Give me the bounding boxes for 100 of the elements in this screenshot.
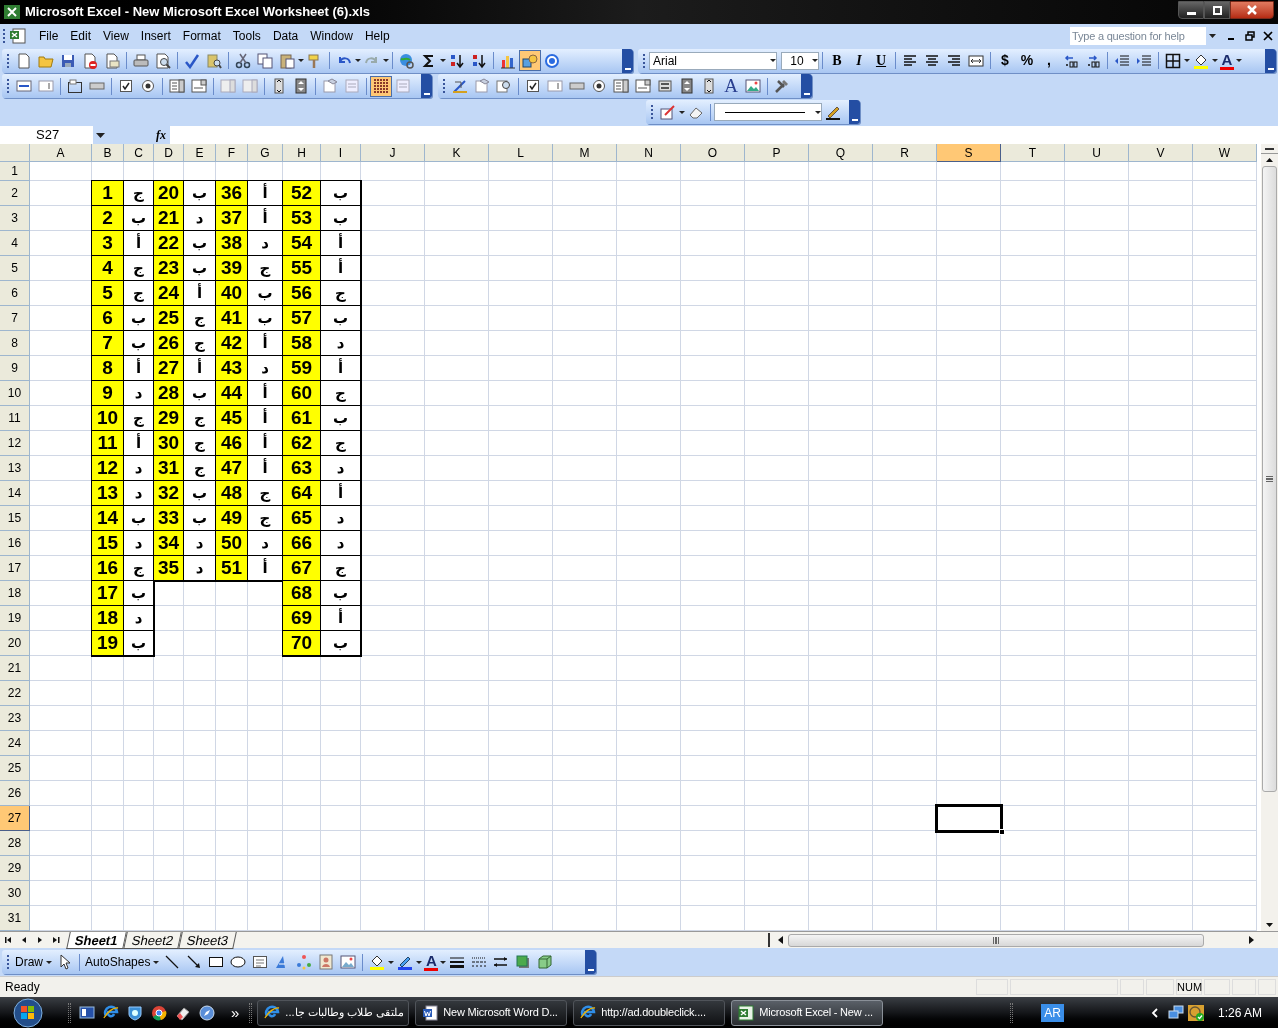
dash-style-icon[interactable] xyxy=(471,954,488,970)
more-controls-icon[interactable] xyxy=(774,78,790,94)
print-icon[interactable] xyxy=(133,52,149,69)
menu-item[interactable]: Edit xyxy=(64,26,98,46)
row-header[interactable]: 20 xyxy=(0,631,30,656)
control-properties-icon[interactable] xyxy=(322,78,338,94)
italic-button[interactable]: I xyxy=(848,50,870,71)
taskbar-button[interactable]: Microsoft Excel - New ... xyxy=(731,999,884,1026)
clip-art-icon[interactable] xyxy=(318,954,335,970)
permission-icon[interactable] xyxy=(82,52,98,69)
caret-icon[interactable] xyxy=(355,59,361,62)
merge-center-icon[interactable] xyxy=(968,52,984,69)
fill-color-icon[interactable] xyxy=(1193,52,1209,69)
row-header[interactable]: 2 xyxy=(0,181,30,206)
row-header[interactable]: 22 xyxy=(0,681,30,706)
taskbar-button[interactable]: http://ad.doubleclick.... xyxy=(573,999,726,1026)
column-header[interactable]: D xyxy=(154,144,184,162)
group-box-icon[interactable] xyxy=(67,78,83,94)
menu-item[interactable]: Tools xyxy=(226,26,267,46)
column-header[interactable]: H xyxy=(283,144,321,162)
network-icon[interactable] xyxy=(1167,1004,1184,1021)
row-header[interactable]: 10 xyxy=(0,381,30,406)
menu-item[interactable]: View xyxy=(97,26,135,46)
column-header[interactable]: R xyxy=(873,144,937,162)
column-header[interactable]: V xyxy=(1129,144,1193,162)
font-size-field[interactable]: 10 xyxy=(781,51,819,70)
decrease-indent-icon[interactable] xyxy=(1114,52,1130,69)
row-header[interactable]: 18 xyxy=(0,581,30,606)
spin-button-icon[interactable] xyxy=(679,78,695,94)
arrow-style-icon[interactable] xyxy=(493,954,510,970)
align-left-icon[interactable] xyxy=(902,52,918,69)
column-header[interactable]: T xyxy=(1001,144,1065,162)
help-icon[interactable] xyxy=(544,52,560,69)
autoshapes-menu-button[interactable]: AutoShapes xyxy=(83,952,162,972)
caret-icon[interactable] xyxy=(1208,34,1216,38)
row-header[interactable]: 26 xyxy=(0,781,30,806)
line-color-icon[interactable] xyxy=(825,104,841,120)
row-header[interactable]: 3 xyxy=(0,206,30,231)
new-document-icon[interactable] xyxy=(16,52,32,69)
checkbox-control-icon[interactable] xyxy=(525,78,541,94)
close-icon[interactable] xyxy=(1263,31,1273,41)
chrome-icon[interactable] xyxy=(151,1004,167,1021)
help-search-field[interactable]: Type a question for help xyxy=(1069,26,1219,46)
select-objects-icon[interactable] xyxy=(57,954,73,970)
increase-decimal-icon[interactable] xyxy=(1063,52,1079,69)
decrease-decimal-icon[interactable] xyxy=(1085,52,1101,69)
caret-icon[interactable] xyxy=(383,59,389,62)
column-header[interactable]: B xyxy=(92,144,124,162)
row-header[interactable]: 13 xyxy=(0,456,30,481)
column-header[interactable]: I xyxy=(321,144,361,162)
minimize-button[interactable] xyxy=(1178,1,1204,19)
increase-indent-icon[interactable] xyxy=(1136,52,1152,69)
currency-button[interactable]: $ xyxy=(994,50,1016,71)
sort-descending-icon[interactable] xyxy=(471,52,487,69)
copy-icon[interactable] xyxy=(257,52,273,69)
row-header[interactable]: 15 xyxy=(0,506,30,531)
percent-button[interactable]: % xyxy=(1016,50,1038,71)
row-header[interactable]: 7 xyxy=(0,306,30,331)
toolbar-options-button[interactable] xyxy=(1265,48,1276,73)
line-style-dropdown[interactable] xyxy=(714,103,822,121)
menu-item[interactable]: Format xyxy=(176,26,227,46)
column-header[interactable]: N xyxy=(617,144,681,162)
vertical-scrollbar[interactable] xyxy=(1261,144,1278,931)
borders-icon[interactable] xyxy=(1165,52,1181,69)
checkbox-control-icon[interactable] xyxy=(118,78,134,94)
scroll-bar-icon[interactable] xyxy=(701,78,717,94)
toolbar-grip[interactable] xyxy=(3,28,6,44)
caret-icon[interactable] xyxy=(1212,59,1218,62)
toolbar-grip[interactable] xyxy=(443,78,446,94)
shadow-style-icon[interactable] xyxy=(515,954,532,970)
properties-icon[interactable] xyxy=(474,78,490,94)
option-button-icon[interactable] xyxy=(140,78,156,94)
combo-box-icon[interactable] xyxy=(191,78,207,94)
font-color-button[interactable]: A xyxy=(422,952,441,972)
line-icon[interactable] xyxy=(164,954,181,970)
column-header[interactable]: U xyxy=(1065,144,1129,162)
row-header[interactable]: 9 xyxy=(0,356,30,381)
cut-icon[interactable] xyxy=(235,52,251,69)
column-header[interactable]: P xyxy=(745,144,809,162)
caret-icon[interactable] xyxy=(440,59,446,62)
column-header[interactable]: L xyxy=(489,144,553,162)
menu-item[interactable]: Data xyxy=(266,26,305,46)
row-header[interactable]: 17 xyxy=(0,556,30,581)
menu-item[interactable]: File xyxy=(33,26,65,46)
column-header[interactable]: G xyxy=(248,144,283,162)
caret-icon[interactable] xyxy=(770,59,776,62)
selected-cell[interactable] xyxy=(935,804,1003,833)
show-desktop-icon[interactable] xyxy=(79,1004,95,1021)
row-header[interactable]: 8 xyxy=(0,331,30,356)
toolbar-options-button[interactable] xyxy=(421,74,432,98)
toolbar-grip[interactable] xyxy=(643,52,646,69)
list-box-icon[interactable] xyxy=(613,78,629,94)
toolbar-grip[interactable] xyxy=(7,78,10,94)
toolbar-options-button[interactable] xyxy=(849,100,860,124)
chevron-left-icon[interactable] xyxy=(1149,1006,1160,1019)
column-header[interactable]: C xyxy=(124,144,154,162)
row-header[interactable]: 4 xyxy=(0,231,30,256)
restore-icon[interactable] xyxy=(1245,31,1255,41)
restore-button[interactable] xyxy=(1204,1,1230,19)
spinner-icon[interactable] xyxy=(293,78,309,94)
